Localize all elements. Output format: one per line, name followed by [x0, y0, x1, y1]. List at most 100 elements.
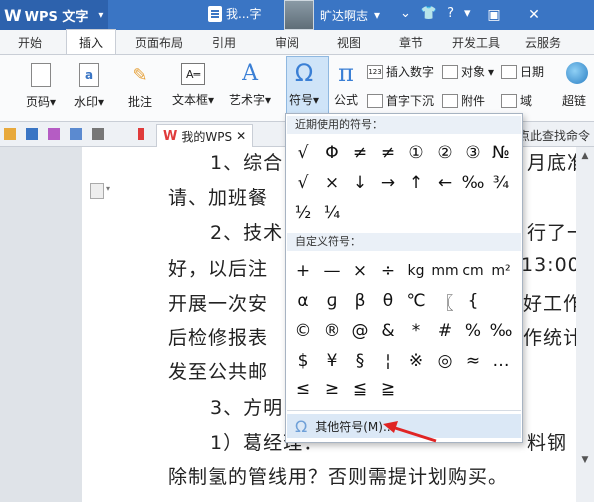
custom-symbol[interactable]: $: [290, 348, 316, 374]
custom-symbol[interactable]: §: [347, 348, 373, 374]
custom-symbol[interactable]: ≤: [290, 376, 316, 402]
recent-symbol[interactable]: Φ: [319, 140, 345, 166]
help-icon[interactable]: ?: [447, 6, 454, 21]
avatar[interactable]: [284, 0, 314, 30]
scroll-down-icon[interactable]: ▼: [576, 452, 594, 468]
tab-home[interactable]: 开始: [18, 34, 42, 51]
custom-symbol[interactable]: @: [347, 318, 373, 344]
save-icon[interactable]: [26, 128, 38, 140]
formula-button[interactable]: π 公式: [334, 59, 358, 108]
tab-developer[interactable]: 开发工具: [452, 34, 500, 51]
wordart-button[interactable]: A 艺术字▾: [229, 61, 271, 108]
custom-symbol[interactable]: ℃: [403, 288, 429, 314]
tab-insert[interactable]: 插入: [66, 29, 117, 54]
tab-page-layout[interactable]: 页面布局: [135, 34, 183, 51]
recent-symbol[interactable]: ②: [432, 140, 458, 166]
print-preview-icon[interactable]: [48, 128, 60, 140]
recent-symbol[interactable]: №: [488, 140, 514, 166]
print-icon[interactable]: [70, 128, 82, 140]
comment-button[interactable]: ✎ 批注: [128, 63, 152, 110]
close-tab-icon[interactable]: ✕: [236, 129, 246, 143]
recent-symbol[interactable]: ×: [319, 170, 345, 196]
custom-symbol[interactable]: θ: [375, 288, 401, 314]
custom-symbol[interactable]: cm: [460, 258, 486, 284]
custom-symbol[interactable]: ≥: [319, 376, 345, 402]
custom-symbol[interactable]: ¦: [375, 348, 401, 374]
custom-symbol[interactable]: kg: [403, 258, 429, 284]
recent-symbol[interactable]: √: [290, 140, 316, 166]
attachment-button[interactable]: 附件: [442, 92, 485, 109]
custom-symbol[interactable]: —: [319, 258, 345, 284]
recent-symbol[interactable]: ←: [432, 170, 458, 196]
scroll-up-icon[interactable]: ▲: [576, 148, 594, 164]
custom-symbol[interactable]: ×: [347, 258, 373, 284]
document-title-tab[interactable]: 我...字: [208, 5, 261, 22]
custom-symbol[interactable]: ≈: [460, 348, 486, 374]
tab-references[interactable]: 引用: [212, 34, 236, 51]
chevron-down-icon[interactable]: ⌄: [400, 6, 411, 21]
custom-symbol[interactable]: &: [375, 318, 401, 344]
quick-access-caret-icon[interactable]: [138, 128, 144, 140]
page-number-button[interactable]: 页码▾: [26, 63, 56, 110]
custom-symbol[interactable]: {: [460, 288, 486, 314]
date-button[interactable]: 日期: [501, 63, 544, 80]
hyperlink-globe-icon[interactable]: [566, 62, 588, 84]
tab-section[interactable]: 章节: [399, 34, 423, 51]
custom-symbol[interactable]: ¥: [319, 348, 345, 374]
paragraph-format-caret-icon[interactable]: ▾: [106, 184, 110, 193]
custom-symbol[interactable]: β: [347, 288, 373, 314]
recent-symbol[interactable]: →: [375, 170, 401, 196]
custom-symbol[interactable]: ®: [319, 318, 345, 344]
export-icon[interactable]: [92, 128, 104, 140]
custom-symbol[interactable]: m²: [488, 258, 514, 284]
paragraph-format-icon[interactable]: [90, 183, 104, 199]
recent-symbol[interactable]: ↑: [403, 170, 429, 196]
restore-button[interactable]: ▣: [474, 0, 514, 30]
custom-symbol[interactable]: ‰: [488, 318, 514, 344]
user-account[interactable]: 旷达啊志 ▾: [284, 0, 380, 30]
wps-app-menu[interactable]: W WPS 文字 ▾: [0, 0, 108, 30]
custom-symbol[interactable]: +: [290, 258, 316, 284]
custom-symbol[interactable]: ÷: [375, 258, 401, 284]
recent-symbol[interactable]: ↓: [347, 170, 373, 196]
custom-symbol[interactable]: ※: [403, 348, 429, 374]
shirt-icon[interactable]: 👕: [421, 6, 437, 21]
custom-symbol[interactable]: ©: [290, 318, 316, 344]
custom-symbol[interactable]: mm: [431, 258, 458, 284]
recent-symbol[interactable]: ①: [403, 140, 429, 166]
my-wps-tab[interactable]: W 我的WPS ✕: [156, 124, 254, 148]
recent-symbol[interactable]: ≠: [375, 140, 401, 166]
insert-number-button[interactable]: 123 插入数字: [367, 63, 434, 80]
tab-view[interactable]: 视图: [337, 34, 361, 51]
dropdown-icon[interactable]: ▾: [464, 6, 471, 21]
more-symbols-button[interactable]: Ω 其他符号(M)...: [287, 414, 521, 438]
vertical-scrollbar[interactable]: [576, 147, 594, 502]
drop-cap-button[interactable]: 首字下沉: [367, 92, 434, 109]
tab-cloud[interactable]: 云服务: [525, 34, 561, 51]
custom-symbol[interactable]: …: [488, 348, 514, 374]
tab-review[interactable]: 审阅: [275, 34, 299, 51]
recent-symbol[interactable]: ‰: [460, 170, 486, 196]
custom-symbol[interactable]: ◎: [432, 348, 458, 374]
recent-symbol[interactable]: ¼: [319, 200, 345, 226]
custom-symbol[interactable]: ɡ: [319, 288, 345, 314]
custom-symbol[interactable]: *: [403, 318, 429, 344]
find-command-hint[interactable]: 点此查找命令: [518, 127, 590, 144]
recent-symbol[interactable]: √: [290, 170, 316, 196]
open-folder-icon[interactable]: [4, 128, 16, 140]
field-button[interactable]: 域: [501, 92, 532, 109]
recent-symbol[interactable]: ③: [460, 140, 486, 166]
custom-symbol[interactable]: ≦: [347, 376, 373, 402]
watermark-button[interactable]: a 水印▾: [74, 63, 104, 110]
recent-symbol[interactable]: ½: [290, 200, 316, 226]
custom-symbol[interactable]: α: [290, 288, 316, 314]
textbox-button[interactable]: A═ 文本框▾: [172, 63, 214, 108]
symbol-button[interactable]: Ω 符号▾: [289, 59, 319, 108]
recent-symbol[interactable]: ≠: [347, 140, 373, 166]
recent-symbol[interactable]: ¾: [488, 170, 514, 196]
custom-symbol[interactable]: ≧: [375, 376, 401, 402]
custom-symbol[interactable]: #: [432, 318, 458, 344]
object-button[interactable]: 对象 ▾: [442, 63, 494, 80]
hyperlink-label[interactable]: 超链: [562, 92, 586, 109]
close-button[interactable]: ✕: [514, 0, 554, 30]
